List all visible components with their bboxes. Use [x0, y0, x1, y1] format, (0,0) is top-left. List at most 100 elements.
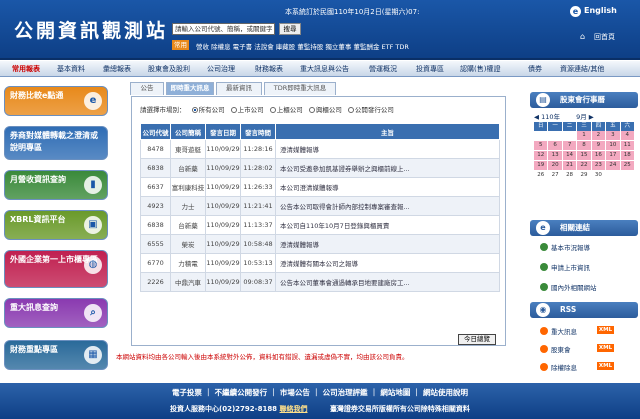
- calendar-day[interactable]: 11: [620, 141, 634, 150]
- tab-tdr-news[interactable]: TDR即時重大訊息: [264, 82, 336, 95]
- calendar-day[interactable]: 22: [577, 161, 591, 170]
- sidebar-item[interactable]: 財務比較e點通 e: [4, 86, 108, 116]
- calendar-day[interactable]: 13: [548, 151, 562, 160]
- nav-item[interactable]: 營運概況: [369, 64, 397, 74]
- contact-link[interactable]: 聯絡我們: [280, 405, 308, 413]
- calendar-day[interactable]: 24: [606, 161, 620, 170]
- nav-item[interactable]: 財務報表: [255, 64, 283, 74]
- related-link[interactable]: 基本市況報導: [540, 242, 590, 252]
- calendar-day[interactable]: 20: [548, 161, 562, 170]
- calendar-day[interactable]: 23: [591, 161, 606, 170]
- xml-badge[interactable]: XML: [597, 344, 614, 352]
- radio-emerging[interactable]: [308, 107, 315, 113]
- search-button[interactable]: 搜尋: [279, 23, 301, 35]
- calendar-day[interactable]: 2: [591, 131, 606, 140]
- table-row[interactable]: 4923 力士 110/09/29 11:21:41 公告本公司取得會計師內部控制專案審…: [140, 196, 500, 216]
- rss-item[interactable]: 除權除息: [540, 362, 577, 372]
- nav-item[interactable]: 股東會及股利: [148, 64, 190, 74]
- filter-option[interactable]: 興櫃公司: [316, 106, 342, 114]
- table-row[interactable]: 6838 台新藥 110/09/29 11:13:37 本公司自110年10月7日登錄興…: [140, 215, 500, 235]
- calendar-day[interactable]: 8: [577, 141, 591, 150]
- table-row[interactable]: 2226 中鼎汽車 110/09/29 09:08:37 公告本公司董事會通過轉承目地要…: [140, 272, 500, 292]
- table-row[interactable]: 8478 東哥遊艇 110/09/29 11:28:16 澄清媒體報導: [140, 139, 500, 159]
- calendar-day[interactable]: 29: [577, 171, 591, 180]
- calendar-day[interactable]: 26: [534, 171, 548, 180]
- xml-badge[interactable]: XML: [597, 326, 614, 334]
- nav-item[interactable]: 公司治理: [207, 64, 235, 74]
- calendar-day[interactable]: 9: [591, 141, 606, 150]
- nav-item[interactable]: 彙總報表: [103, 64, 131, 74]
- nav-item[interactable]: 投資專區: [416, 64, 444, 74]
- table-row[interactable]: 6770 力積電 110/09/29 10:53:13 澄清媒體有關本公司之報導: [140, 253, 500, 273]
- calendar-day[interactable]: 6: [548, 141, 562, 150]
- company-name-cell: 力士: [170, 196, 206, 216]
- table-row[interactable]: 6838 台新藥 110/09/29 11:28:02 本公司受邀參加凱基證券舉辦之興櫃…: [140, 158, 500, 178]
- company-name-cell: 台新藥: [170, 158, 206, 178]
- site-logo[interactable]: 公開資訊觀測站: [14, 16, 168, 43]
- filter-option[interactable]: 公開發行公司: [355, 106, 394, 114]
- sidebar-item[interactable]: XBRL資訊平台 ▣: [4, 210, 108, 240]
- nav-item[interactable]: 債券: [528, 64, 542, 74]
- calendar-day[interactable]: 21: [562, 161, 577, 170]
- nav-item[interactable]: 認購(售)權證: [460, 64, 500, 74]
- calendar-year[interactable]: 110: [541, 113, 553, 121]
- radio-listed[interactable]: [230, 107, 237, 113]
- related-link[interactable]: 申請上市資訊: [540, 262, 590, 272]
- sidebar-item[interactable]: 券商對媒體轉載之澄清或說明專區: [4, 126, 108, 160]
- tab-announcement[interactable]: 公告: [130, 82, 164, 95]
- radio-public[interactable]: [347, 107, 354, 113]
- table-row[interactable]: 6555 榮炭 110/09/29 10:58:48 澄清媒體報導: [140, 234, 500, 254]
- sidebar-item[interactable]: 外國企業第一上市櫃專區 ◍: [4, 250, 108, 288]
- xml-badge[interactable]: XML: [597, 362, 614, 370]
- globe-icon[interactable]: e: [570, 6, 581, 17]
- footer-links[interactable]: 電子投票 ｜ 不繼續公開發行 ｜ 市場公告 ｜ 公司治理評鑑 ｜ 網站地圖 ｜ …: [0, 387, 640, 398]
- prev-month-icon[interactable]: ◀: [534, 113, 539, 121]
- nav-item[interactable]: 資源連結/其他: [560, 64, 604, 74]
- nav-item[interactable]: 重大訊息與公告: [300, 64, 349, 74]
- calendar-day[interactable]: 3: [606, 131, 620, 140]
- nav-item[interactable]: 常用報表: [12, 64, 40, 74]
- table-row[interactable]: 6637 富利康科技 110/09/29 11:26:33 本公司澄清媒體報導: [140, 177, 500, 197]
- calendar-day[interactable]: 19: [534, 161, 548, 170]
- sidebar-item[interactable]: 月營收資訊查詢 ▮: [4, 170, 108, 200]
- calendar-day[interactable]: 7: [562, 141, 577, 150]
- calendar-day[interactable]: 25: [620, 161, 634, 170]
- calendar-day[interactable]: 28: [562, 171, 577, 180]
- calendar-day[interactable]: 1: [577, 131, 591, 140]
- rss-bullet-icon: [540, 363, 548, 371]
- calendar-day[interactable]: 15: [577, 151, 591, 160]
- nav-item[interactable]: 基本資料: [57, 64, 85, 74]
- time-cell: 11:13:37: [240, 215, 276, 235]
- globe-icon: ◍: [84, 256, 102, 274]
- search-input[interactable]: 請輸入公司代號、簡稱，或關鍵字: [172, 23, 275, 35]
- rss-item[interactable]: 股東會: [540, 344, 571, 354]
- calendar-day[interactable]: 5: [534, 141, 548, 150]
- rss-item[interactable]: 重大訊息: [540, 326, 577, 336]
- calendar-weekdays: 日一二三四五六: [534, 122, 634, 131]
- today-overview-button[interactable]: 今日總覽: [458, 334, 496, 345]
- home-link[interactable]: 回首頁: [594, 32, 615, 42]
- sidebar-item[interactable]: 財務重點專區 ▦: [4, 340, 108, 370]
- calendar-day[interactable]: 30: [591, 171, 606, 180]
- tab-latest-info[interactable]: 最新資訊: [216, 82, 262, 95]
- calendar-day[interactable]: 17: [606, 151, 620, 160]
- calendar-day[interactable]: 10: [606, 141, 620, 150]
- home-icon[interactable]: ⌂: [580, 32, 585, 41]
- calendar-day[interactable]: 14: [562, 151, 577, 160]
- radio-all[interactable]: [191, 107, 198, 113]
- tab-realtime-news[interactable]: 即時重大訊息: [166, 82, 214, 95]
- next-month-icon[interactable]: ▶: [589, 113, 594, 121]
- quick-links[interactable]: 營收 除權息 電子書 法說會 庫藏股 董監持股 獨立董事 董監酬金 ETF TD…: [196, 41, 409, 51]
- filter-option[interactable]: 上櫃公司: [277, 106, 303, 114]
- calendar-day[interactable]: 12: [534, 151, 548, 160]
- english-link[interactable]: English: [584, 6, 617, 15]
- sidebar-item[interactable]: 重大訊息查詢 ⌕: [4, 298, 108, 328]
- related-link[interactable]: 國內外相關網站: [540, 282, 597, 292]
- calendar-day[interactable]: 27: [548, 171, 562, 180]
- calendar-day[interactable]: 4: [620, 131, 634, 140]
- calendar-day[interactable]: 18: [620, 151, 634, 160]
- filter-option[interactable]: 上市公司: [238, 106, 264, 114]
- radio-otc[interactable]: [269, 107, 276, 113]
- calendar-day[interactable]: 16: [591, 151, 606, 160]
- filter-option[interactable]: 所有公司: [199, 106, 225, 114]
